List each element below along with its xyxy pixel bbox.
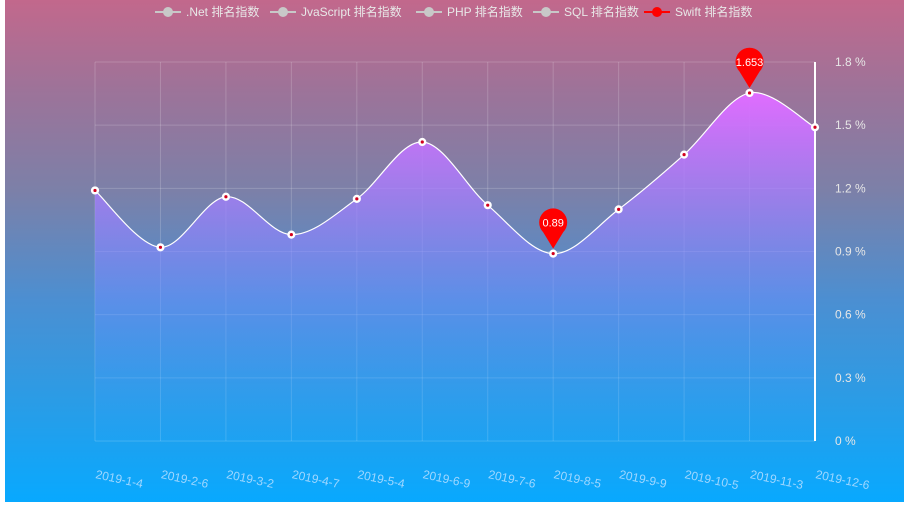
data-point-core — [551, 252, 555, 256]
y-tick-label: 1.5 % — [835, 118, 866, 132]
x-tick-label: 2019-5-4 — [356, 467, 406, 491]
legend-label: JvaScript 排名指数 — [301, 4, 402, 19]
legend-item[interactable]: SQL 排名指数 — [533, 4, 639, 19]
data-point-core — [93, 188, 97, 193]
data-point-core — [747, 91, 752, 95]
chart-stage: 0 % 0.3 % 0.6 % 0.9 % 1.2 % 1.5 % 1.8 % 2019-1-… — [0, 0, 917, 507]
legend-swatch-dot — [424, 7, 434, 17]
y-tick-label: 1.8 % — [835, 55, 866, 69]
legend-swatch-dot — [652, 7, 662, 17]
data-point-core — [617, 207, 621, 211]
x-tick-label: 2019-1-4 — [94, 467, 144, 491]
x-tick-label: 2019-4-7 — [291, 467, 341, 491]
legend-swatch-dot — [163, 7, 173, 17]
y-tick-label: 0.9 % — [835, 245, 866, 259]
data-point-core — [486, 203, 490, 207]
x-tick-label: 2019-9-9 — [618, 467, 668, 491]
legend-item[interactable]: .Net 排名指数 — [155, 4, 259, 19]
area-layer — [94, 92, 816, 442]
data-point-core — [813, 125, 817, 129]
series-area — [95, 92, 815, 442]
pin-label: 0.89 — [542, 218, 563, 230]
data-point-core — [224, 195, 228, 199]
min-value-pin: 0.89 — [539, 208, 568, 249]
x-tick-label: 2019-6-9 — [422, 467, 472, 491]
max-value-pin: 1.653 — [735, 47, 764, 88]
x-tick-label: 2019-2-6 — [160, 467, 210, 491]
y-tick-label: 0.6 % — [835, 308, 866, 322]
x-tick-label: 2019-10-5 — [683, 467, 740, 492]
x-tick-label: 2019-3-2 — [225, 467, 275, 491]
y-tick-label: 1.2 % — [835, 181, 866, 195]
data-point-core — [420, 140, 424, 144]
chart-svg: 0 % 0.3 % 0.6 % 0.9 % 1.2 % 1.5 % 1.8 % 2019-1-… — [90, 4, 871, 492]
legend-label: .Net 排名指数 — [186, 4, 259, 19]
legend-label: Swift 排名指数 — [675, 4, 752, 19]
legend-swatch-dot — [278, 7, 288, 17]
y-tick-label: 0.3 % — [835, 371, 866, 385]
data-point-core — [682, 153, 686, 157]
pin-label: 1.653 — [736, 57, 764, 69]
x-tick-label: 2019-11-3 — [749, 467, 805, 492]
legend[interactable]: .Net 排名指数 JvaScript 排名指数 PHP 排名指数 SQL 排名指数 S… — [155, 4, 752, 19]
data-point-core — [158, 245, 163, 249]
x-tick-label: 2019-8-5 — [553, 467, 603, 491]
legend-item[interactable]: PHP 排名指数 — [416, 4, 523, 19]
legend-item[interactable]: Swift 排名指数 — [644, 4, 752, 19]
data-point-core — [289, 233, 293, 237]
legend-item[interactable]: JvaScript 排名指数 — [270, 4, 402, 19]
legend-swatch-dot — [541, 7, 551, 17]
y-tick-label: 0 % — [835, 434, 856, 448]
x-tick-label: 2019-12-6 — [814, 467, 871, 492]
legend-label: SQL 排名指数 — [564, 4, 639, 19]
legend-label: PHP 排名指数 — [447, 4, 523, 19]
x-tick-label: 2019-7-6 — [487, 467, 537, 491]
data-point-core — [355, 197, 359, 201]
